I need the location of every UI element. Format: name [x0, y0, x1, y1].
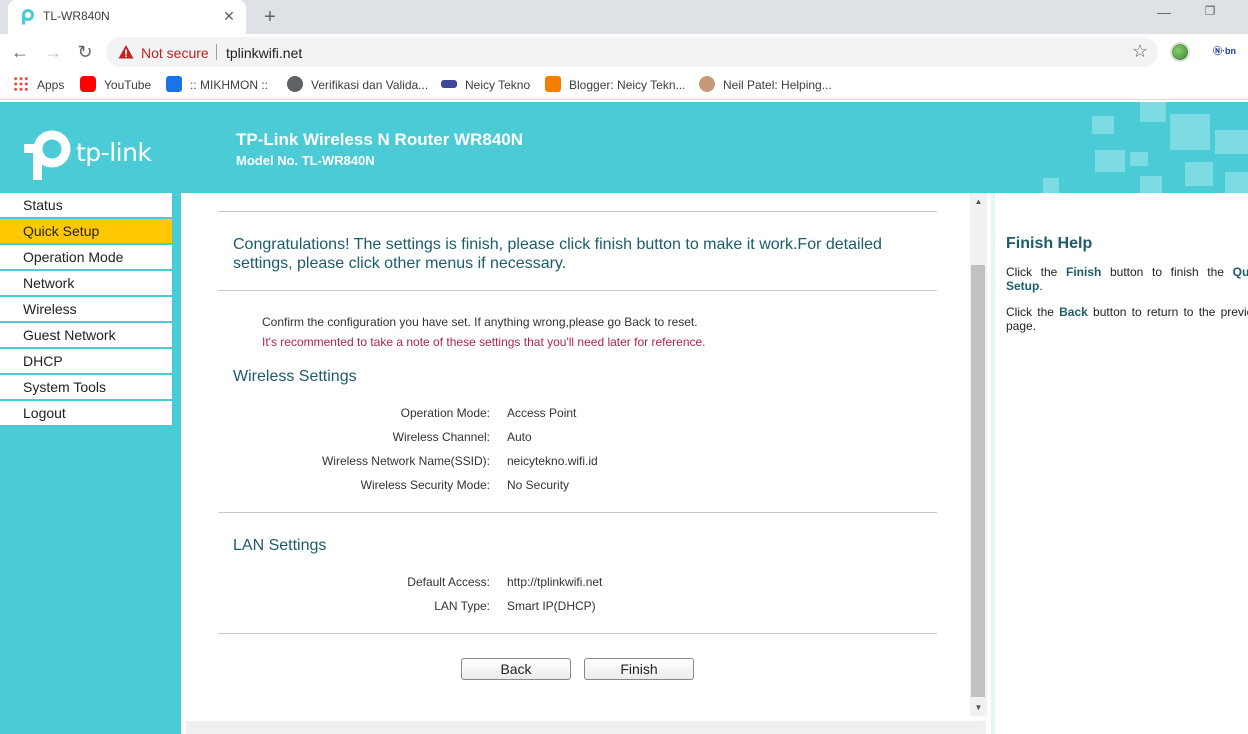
logo-text: tp-link [76, 138, 152, 167]
confirm-text: Confirm the configuration you have set. … [262, 315, 698, 329]
wireless-channel-value: Auto [507, 430, 532, 444]
back-arrow-icon[interactable]: ← [8, 40, 32, 64]
menu-item-logout[interactable]: Logout [0, 401, 172, 425]
tab-close-icon[interactable]: ✕ [220, 7, 238, 25]
operation-mode-value: Access Point [507, 406, 577, 420]
lan-type-label: LAN Type: [434, 599, 490, 613]
bookmark-neil-patel[interactable]: Neil Patel: Helping... [699, 76, 832, 94]
blogger-icon [545, 76, 561, 92]
scroll-thumb[interactable] [971, 265, 985, 697]
security-mode-label: Wireless Security Mode: [360, 478, 490, 492]
main-content: Congratulations! The settings is finish,… [181, 193, 987, 734]
ssid-value: neicytekno.wifi.id [507, 454, 598, 468]
tplink-logo: tp-link [24, 130, 164, 182]
browser-tab[interactable]: TL-WR840N ✕ [8, 0, 246, 34]
menu-item-status[interactable]: Status [0, 193, 172, 217]
default-access-label: Default Access: [407, 575, 490, 589]
header-decoration [1140, 102, 1166, 122]
bookmark-blogger[interactable]: Blogger: Neicy Tekn... [545, 76, 686, 94]
minimize-icon[interactable]: — [1152, 4, 1176, 24]
reload-icon[interactable]: ↻ [73, 40, 97, 64]
url-text[interactable]: tplinkwifi.net [226, 45, 302, 61]
divider [218, 633, 937, 634]
operation-mode-label: Operation Mode: [400, 406, 490, 420]
extension-nb-icon[interactable]: Ⓝ·bn [1213, 44, 1237, 58]
restore-icon[interactable]: ❐ [1198, 4, 1222, 24]
header-decoration [1130, 152, 1148, 166]
menu-item-dhcp[interactable]: DHCP [0, 349, 172, 373]
content-scrollbar[interactable]: ▲ ▼ [970, 193, 987, 716]
congrats-message: Congratulations! The settings is finish,… [233, 236, 882, 272]
browser-tab-strip: TL-WR840N ✕ + — ❐ [0, 0, 1248, 34]
header-decoration [1185, 162, 1213, 186]
lan-type-value: Smart IP(DHCP) [507, 599, 596, 613]
menu-item-system-tools[interactable]: System Tools [0, 375, 172, 399]
finish-button[interactable]: Finish [584, 658, 694, 680]
neicy-icon [441, 80, 457, 88]
divider [218, 512, 937, 513]
menu-item-guest-network[interactable]: Guest Network [0, 323, 172, 347]
tab-title: TL-WR840N [43, 9, 110, 23]
tplink-logo-icon [24, 130, 71, 180]
bookmark-star-icon[interactable]: ☆ [1130, 41, 1150, 61]
bookmark-verifikasi[interactable]: Verifikasi dan Valida... [287, 76, 428, 94]
bookmark-mikhmon[interactable]: :: MIKHMON :: [166, 76, 268, 94]
menu-item-wireless[interactable]: Wireless [0, 297, 172, 321]
header-decoration [1092, 116, 1114, 134]
help-panel: Finish Help Click the Finish button to f… [991, 193, 1248, 734]
bookmark-youtube[interactable]: YouTube [80, 76, 151, 94]
router-header: tp-link TP-Link Wireless N Router WR840N… [0, 102, 1248, 193]
lan-settings-title: LAN Settings [233, 537, 327, 554]
neil-avatar-icon [699, 76, 715, 92]
bookmarks-bar: Apps YouTube :: MIKHMON :: Verifikasi da… [0, 70, 1248, 100]
header-decoration [1095, 150, 1125, 172]
forward-arrow-icon[interactable]: → [41, 40, 65, 64]
header-decoration [1170, 114, 1210, 150]
header-decoration [1215, 130, 1248, 154]
help-back-text: Click the Back button to return to the p… [1006, 305, 1248, 333]
globe-icon [287, 76, 303, 92]
warning-icon [118, 45, 134, 59]
header-decoration [1225, 172, 1248, 193]
menu-item-operation-mode[interactable]: Operation Mode [0, 245, 172, 269]
default-access-value: http://tplinkwifi.net [507, 575, 603, 589]
extension-globe-icon[interactable] [1170, 42, 1190, 62]
sidebar-menu: Status Quick Setup Operation Mode Networ… [0, 193, 181, 734]
menu-item-quick-setup[interactable]: Quick Setup [0, 219, 172, 243]
new-tab-button[interactable]: + [258, 5, 282, 29]
scroll-up-icon[interactable]: ▲ [970, 193, 987, 210]
address-bar[interactable]: Not secure tplinkwifi.net ☆ [106, 37, 1158, 67]
browser-toolbar: ← → ↻ Not secure tplinkwifi.net ☆ Ⓝ·bn [0, 34, 1248, 70]
menu-item-network[interactable]: Network [0, 271, 172, 295]
not-secure-label[interactable]: Not secure [141, 45, 209, 61]
security-mode-value: No Security [507, 478, 570, 492]
divider [218, 290, 937, 291]
divider [218, 211, 937, 212]
omnibox-divider [216, 44, 217, 60]
bookmark-apps[interactable]: Apps [13, 76, 64, 94]
header-decoration [1140, 176, 1162, 193]
help-title: Finish Help [1006, 235, 1093, 252]
wireless-settings-title: Wireless Settings [233, 368, 357, 385]
tplink-favicon-icon [22, 9, 34, 25]
router-title: TP-Link Wireless N Router WR840N [236, 130, 524, 149]
mikhmon-icon [166, 76, 182, 92]
recommend-note: It's recommented to take a note of these… [262, 335, 706, 349]
router-model: Model No. TL-WR840N [236, 153, 375, 168]
wireless-channel-label: Wireless Channel: [392, 430, 490, 444]
ssid-label: Wireless Network Name(SSID): [321, 454, 490, 468]
scroll-down-icon[interactable]: ▼ [970, 699, 987, 716]
horizontal-scroll-area [186, 721, 986, 734]
apps-grid-icon [13, 76, 29, 92]
bookmark-neicy-tekno[interactable]: Neicy Tekno [441, 76, 530, 94]
back-button[interactable]: Back [461, 658, 571, 680]
header-decoration [1043, 178, 1059, 193]
help-finish-text: Click the Finish button to finish the Qu… [1006, 265, 1248, 293]
youtube-icon [80, 76, 96, 92]
